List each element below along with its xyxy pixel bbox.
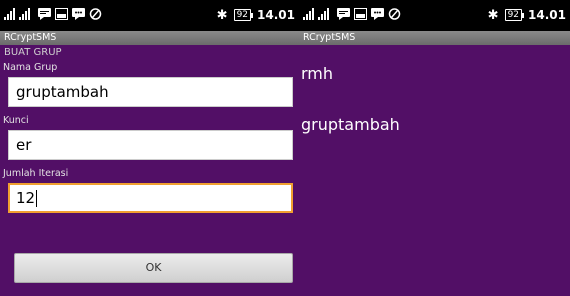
chat-icon (38, 8, 51, 20)
iterations-label: Jumlah Iterasi (3, 168, 69, 179)
app-title-bar: RCryptSMS (0, 31, 299, 45)
iterations-value: 12 (16, 189, 36, 207)
group-item-gruptambah[interactable]: gruptambah (301, 115, 400, 134)
chat-icon (337, 8, 350, 20)
bluetooth-icon: ✱ (487, 7, 499, 23)
key-input[interactable]: er (8, 130, 293, 160)
status-bar: ✱ 92 14.01 (0, 0, 299, 31)
key-label: Kunci (3, 115, 29, 126)
battery-icon: 92 (504, 9, 525, 21)
create-group-screen: ✱ 92 14.01 RCryptSMS BUAT GRUP Nama Grup… (0, 0, 299, 296)
battery-icon: 92 (233, 9, 254, 21)
signal-icon (4, 8, 30, 20)
sync-icon (388, 8, 401, 20)
text-cursor (36, 190, 38, 207)
iterations-input[interactable]: 12 (8, 183, 293, 213)
sync-icon (89, 8, 102, 20)
status-time: 14.01 (528, 8, 566, 22)
group-list-screen: ✱ 92 14.01 RCryptSMS rmh gruptambah (299, 0, 570, 296)
ok-button[interactable]: OK (14, 253, 293, 283)
image-icon (55, 8, 68, 20)
signal-icon (303, 8, 329, 20)
group-list: rmh gruptambah (299, 45, 570, 296)
app-title-bar: RCryptSMS (299, 31, 570, 45)
status-time: 14.01 (257, 8, 295, 22)
group-item-rmh[interactable]: rmh (301, 64, 333, 83)
bluetooth-icon: ✱ (216, 7, 228, 23)
group-name-label: Nama Grup (3, 62, 58, 73)
message-icon (72, 8, 85, 20)
status-bar: ✱ 92 14.01 (299, 0, 570, 31)
message-icon (371, 8, 384, 20)
section-heading: BUAT GRUP (4, 47, 62, 58)
group-name-input[interactable]: gruptambah (8, 77, 293, 107)
image-icon (354, 8, 367, 20)
